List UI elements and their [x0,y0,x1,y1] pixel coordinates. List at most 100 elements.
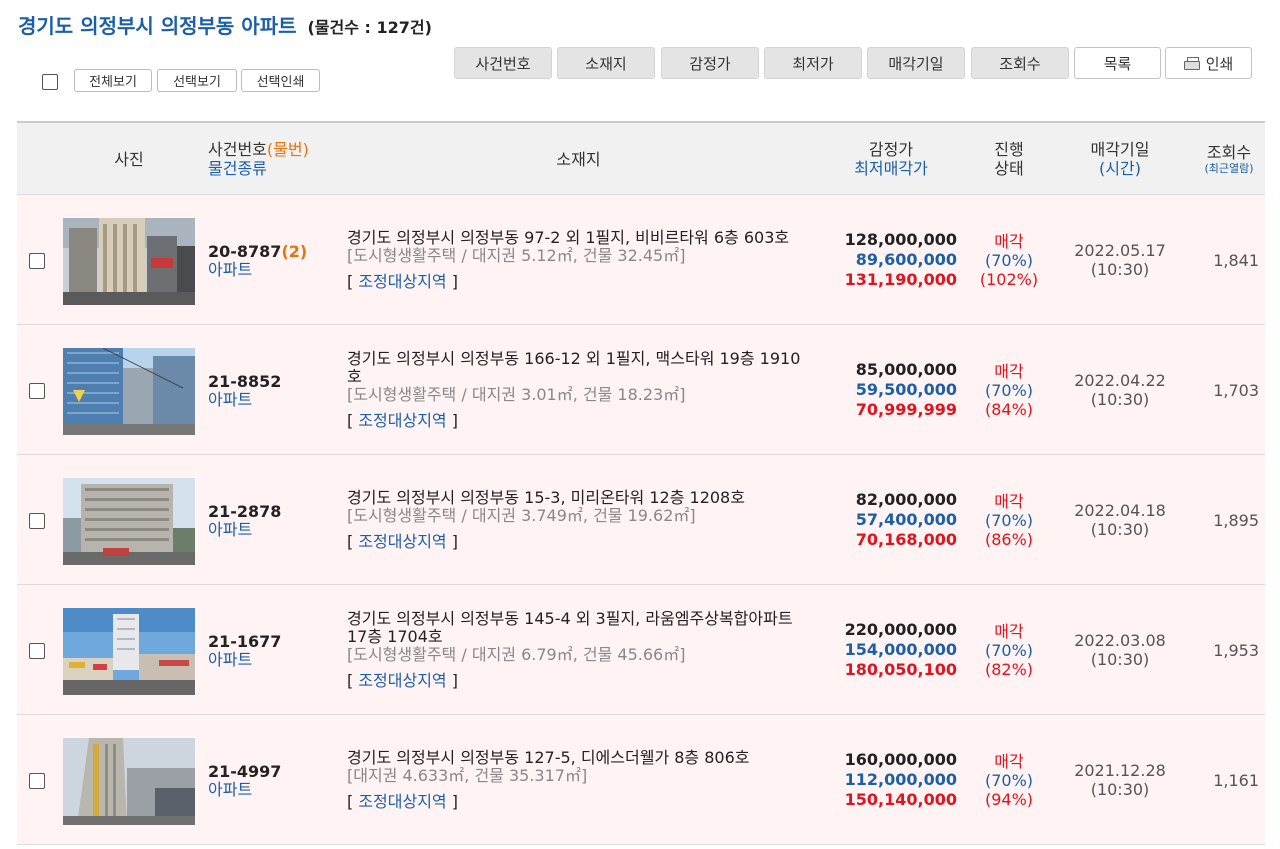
address-link[interactable]: 경기도 의정부시 의정부동 97-2 외 1필지, 비비르타워 6층 603호 [347,229,810,247]
min-rate: (70%) [984,380,1034,400]
status-badge: 매각 [994,751,1024,771]
status-badge: 매각 [994,621,1024,641]
table-row[interactable]: 21-4997 아파트 경기도 의정부시 의정부동 127-5, 디에스더웰가 … [17,715,1265,845]
view-all-button[interactable]: 전체보기 [74,69,152,92]
address-link[interactable]: 경기도 의정부시 의정부동 127-5, 디에스더웰가 8층 806호 [347,749,810,767]
table-row[interactable]: 21-8852 아파트 경기도 의정부시 의정부동 166-12 외 1필지, … [17,325,1265,455]
table-row[interactable]: 21-2878 아파트 경기도 의정부시 의정부동 15-3, 미리온타워 12… [17,455,1265,585]
header-case-sub-label: (물번) [266,140,309,159]
item-type: 아파트 [208,649,253,669]
view-count: 1,161 [1213,770,1259,790]
property-photo[interactable] [63,348,195,435]
sold-rate: (102%) [979,269,1039,289]
appraisal-price: 82,000,000 [855,490,957,509]
zone-tag: [ 조정대상지역 ] [347,533,810,551]
header-location-label: 소재지 [556,149,601,169]
case-number[interactable]: 21-8852 [208,372,333,391]
status-badge: 매각 [994,491,1024,511]
item-type: 아파트 [208,389,253,409]
sort-case-no-button[interactable]: 사건번호 [454,47,552,79]
table-row[interactable]: 21-1677 아파트 경기도 의정부시 의정부동 145-4 외 3필지, 라… [17,585,1265,715]
select-all-checkbox[interactable] [42,74,58,90]
min-rate: (70%) [984,510,1034,530]
property-detail: [도시형생활주택 / 대지권 3.749㎡, 건물 19.62㎡] [347,506,696,525]
min-price: 59,500,000 [855,380,957,399]
header-price[interactable]: 감정가 최저매각가 [837,123,945,195]
list-button[interactable]: 목록 [1074,47,1161,79]
min-rate: (70%) [984,250,1034,270]
header-photo: 사진 [77,123,181,195]
view-count: 1,895 [1213,510,1259,530]
zone-link[interactable]: 조정대상지역 [358,792,446,811]
row-checkbox[interactable] [29,383,45,399]
zone-link[interactable]: 조정대상지역 [358,272,446,291]
sort-appraisal-button[interactable]: 감정가 [661,47,759,79]
sale-date: 2022.03.08 [1074,631,1166,650]
case-number[interactable]: 21-4997 [208,762,333,781]
sold-price: 180,050,100 [844,660,957,679]
header-case-no-label: 사건번호 [208,140,267,159]
zone-close: ] [446,671,458,690]
case-number[interactable]: 21-2878 [208,502,333,521]
view-count: 1,703 [1213,380,1259,400]
zone-link[interactable]: 조정대상지역 [358,532,446,551]
sort-location-button[interactable]: 소재지 [557,47,655,79]
zone-close: ] [446,272,458,291]
zone-open: [ [347,792,359,811]
row-checkbox[interactable] [29,253,45,269]
item-type: 아파트 [208,519,253,539]
min-price: 154,000,000 [844,640,957,659]
print-button-label: 인쇄 [1205,54,1234,73]
address-link[interactable]: 경기도 의정부시 의정부동 166-12 외 1필지, 맥스타워 19층 191… [347,350,810,386]
property-photo[interactable] [63,218,195,305]
property-photo[interactable] [63,478,195,565]
zone-link[interactable]: 조정대상지역 [358,411,446,430]
sale-time: (10:30) [1090,260,1150,279]
zone-close: ] [446,792,458,811]
table-header: 사진 사건번호(물번) 물건종류 소재지 감정가 최저매각가 진행 상태 매각기… [17,121,1265,195]
case-number-text: 21-1677 [208,631,282,651]
view-selected-button[interactable]: 선택보기 [157,69,237,92]
address-link[interactable]: 경기도 의정부시 의정부동 15-3, 미리온타워 12층 1208호 [347,489,810,507]
case-number[interactable]: 20-8787(2) [208,242,333,261]
sale-time: (10:30) [1090,390,1150,409]
sort-views-button[interactable]: 조회수 [971,47,1069,79]
print-selected-button[interactable]: 선택인쇄 [241,69,320,92]
zone-tag: [ 조정대상지역 ] [347,793,810,811]
sale-date: 2022.04.22 [1074,371,1166,390]
header-status: 진행 상태 [969,123,1049,195]
row-checkbox[interactable] [29,643,45,659]
appraisal-price: 128,000,000 [844,230,957,249]
property-photo[interactable] [63,608,195,695]
zone-tag: [ 조정대상지역 ] [347,273,810,291]
status-badge: 매각 [994,231,1024,251]
header-status-label-1: 진행 [994,140,1024,159]
sold-rate: (86%) [984,529,1034,549]
zone-close: ] [446,411,458,430]
property-detail: [도시형생활주택 / 대지권 5.12㎡, 건물 32.45㎡] [347,246,686,265]
address-link[interactable]: 경기도 의정부시 의정부동 145-4 외 3필지, 라움엠주상복합아파트 17… [347,610,810,646]
view-count: 1,841 [1213,250,1259,270]
sort-min-price-button[interactable]: 최저가 [764,47,862,79]
sold-price: 70,999,999 [855,400,957,419]
zone-open: [ [347,411,359,430]
case-number-text: 21-8852 [208,371,282,391]
header-case-no[interactable]: 사건번호(물번) 물건종류 [208,123,328,195]
case-number[interactable]: 21-1677 [208,632,333,651]
appraisal-price: 160,000,000 [844,750,957,769]
row-checkbox[interactable] [29,513,45,529]
header-sale-date-label: 매각기일 [1090,140,1150,159]
min-price: 89,600,000 [855,250,957,269]
header-sale-time-label: (시간) [1099,159,1141,178]
zone-link[interactable]: 조정대상지역 [358,671,446,690]
header-views[interactable]: 조회수 (최근열람) [1197,123,1261,195]
sort-sale-date-button[interactable]: 매각기일 [867,47,965,79]
row-checkbox[interactable] [29,773,45,789]
header-case-no-line: 사건번호(물번) [208,140,309,159]
property-photo[interactable] [63,738,195,825]
print-button[interactable]: 인쇄 [1165,47,1252,79]
table-row[interactable]: 20-8787(2) 아파트 경기도 의정부시 의정부동 97-2 외 1필지,… [17,195,1265,325]
min-price: 57,400,000 [855,510,957,529]
min-rate: (70%) [984,770,1034,790]
header-sale-date[interactable]: 매각기일 (시간) [1070,123,1170,195]
